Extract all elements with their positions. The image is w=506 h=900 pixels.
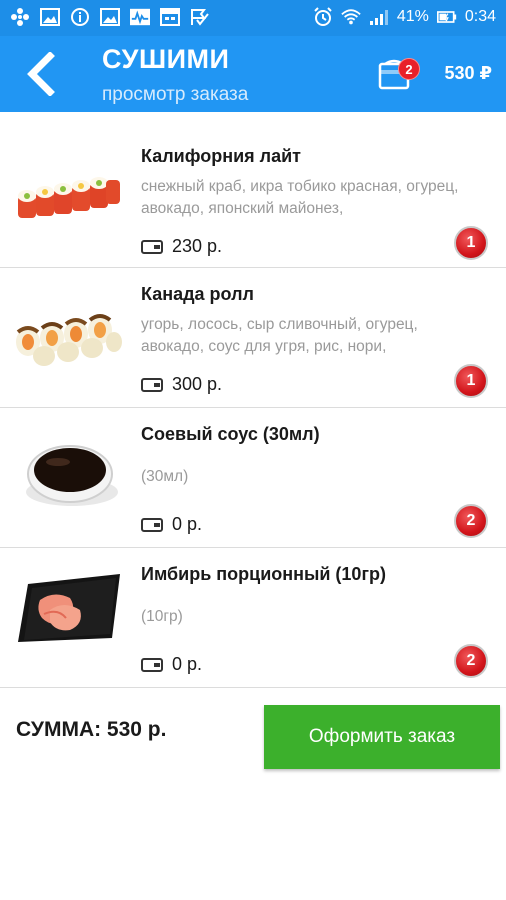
- item-description: (30мл): [141, 468, 189, 485]
- order-sum: СУММА: 530 р.: [16, 718, 167, 741]
- quantity-badge[interactable]: 2: [454, 644, 488, 678]
- item-price-row: 300 р.: [141, 374, 222, 395]
- item-price: 300 р.: [172, 374, 223, 394]
- checkout-button[interactable]: Оформить заказ: [264, 705, 500, 769]
- cart-count-badge: 2: [398, 58, 420, 80]
- clock: 0:34: [464, 8, 496, 25]
- wallet-icon: [141, 377, 163, 392]
- list-item[interactable]: Канада ролл угорь, лосось, сыр сливочный…: [0, 268, 506, 408]
- list-item[interactable]: Соевый соус (30мл) (30мл) 0 р. 2: [0, 408, 506, 548]
- image-icon: [100, 7, 120, 27]
- california-roll-image: [18, 177, 120, 218]
- item-name: Канада ролл: [141, 284, 254, 304]
- pinwheel-icon: [10, 7, 30, 27]
- check-flag-icon: [190, 7, 210, 27]
- battery-percent: 41%: [396, 8, 429, 25]
- cart-total[interactable]: 530 ₽: [444, 63, 492, 84]
- quantity-badge[interactable]: 1: [454, 364, 488, 398]
- activity-icon: [130, 7, 150, 27]
- list-item[interactable]: Калифорния лайт снежный краб, икра тобик…: [0, 130, 506, 268]
- item-name: Соевый соус (30мл): [141, 424, 320, 444]
- arrow-back-icon: [27, 51, 55, 97]
- item-name: Имбирь порционный (10гр): [141, 564, 386, 584]
- page-subtitle: просмотр заказа: [102, 84, 249, 105]
- canada-roll-image: [16, 314, 122, 366]
- wallet-icon: [141, 657, 163, 672]
- app-bar: СУШИМИ просмотр заказа 2 530 ₽: [0, 36, 506, 112]
- item-description: снежный краб, икра тобико красная, огуре…: [141, 178, 459, 217]
- soy-sauce-image: [26, 445, 118, 506]
- wifi-icon: [341, 7, 361, 27]
- item-description: угорь, лосось, сыр сливочный, огурец, ав…: [141, 316, 418, 355]
- list-item[interactable]: Имбирь порционный (10гр) (10гр) 0 р. 2: [0, 548, 506, 688]
- back-button[interactable]: [20, 51, 64, 97]
- quantity-badge[interactable]: 1: [454, 226, 488, 260]
- item-description: (10гр): [141, 608, 183, 625]
- battery-icon: [436, 7, 457, 27]
- system-icons: 41% 0:34: [313, 7, 496, 27]
- page-title: СУШИМИ: [102, 44, 230, 74]
- item-price: 0 р.: [172, 514, 203, 534]
- item-price: 0 р.: [172, 654, 203, 674]
- order-items-list: Калифорния лайт снежный краб, икра тобик…: [0, 130, 506, 688]
- info-icon: [70, 7, 90, 27]
- image-icon: [40, 7, 60, 27]
- notification-icons: [10, 7, 210, 27]
- item-price-row: 0 р.: [141, 514, 202, 535]
- item-price-row: 230 р.: [141, 236, 222, 257]
- item-price-row: 0 р.: [141, 654, 202, 675]
- alarm-icon: [313, 7, 333, 27]
- calendar-icon: [160, 7, 180, 27]
- item-price: 230 р.: [172, 236, 223, 256]
- quantity-badge[interactable]: 2: [454, 504, 488, 538]
- wallet-icon: [141, 239, 163, 254]
- status-bar: 41% 0:34: [0, 0, 506, 36]
- wallet-icon: [141, 517, 163, 532]
- ginger-image: [18, 574, 120, 642]
- item-name: Калифорния лайт: [141, 146, 301, 166]
- signal-icon: [369, 7, 389, 27]
